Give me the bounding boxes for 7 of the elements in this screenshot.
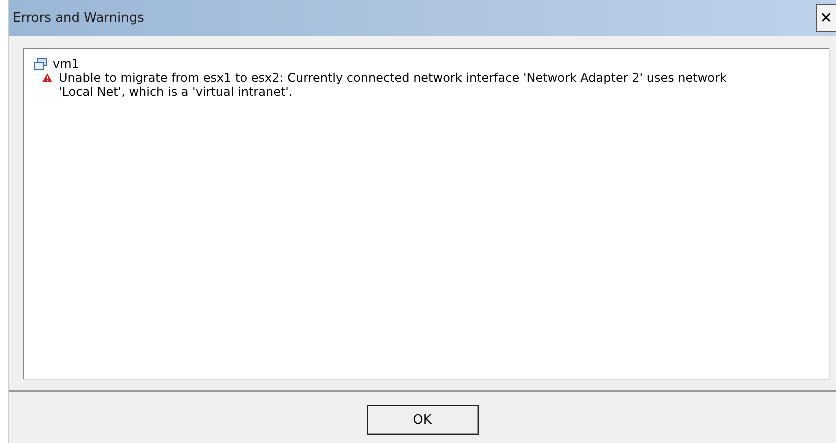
error-message: Unable to migrate from esx1 to esx2: Currently connected network interface 'Network Adapter 2' uses network 'Local Net', which is a 'virtual intranet'. (59, 71, 728, 99)
ok-button[interactable]: OK (366, 405, 478, 435)
vm-name: vm1 (53, 57, 80, 71)
virtual-machine-icon (34, 58, 47, 70)
warning-icon (42, 73, 53, 83)
close-button[interactable]: ✕ (816, 4, 836, 32)
window-title: Errors and Warnings (13, 10, 144, 26)
